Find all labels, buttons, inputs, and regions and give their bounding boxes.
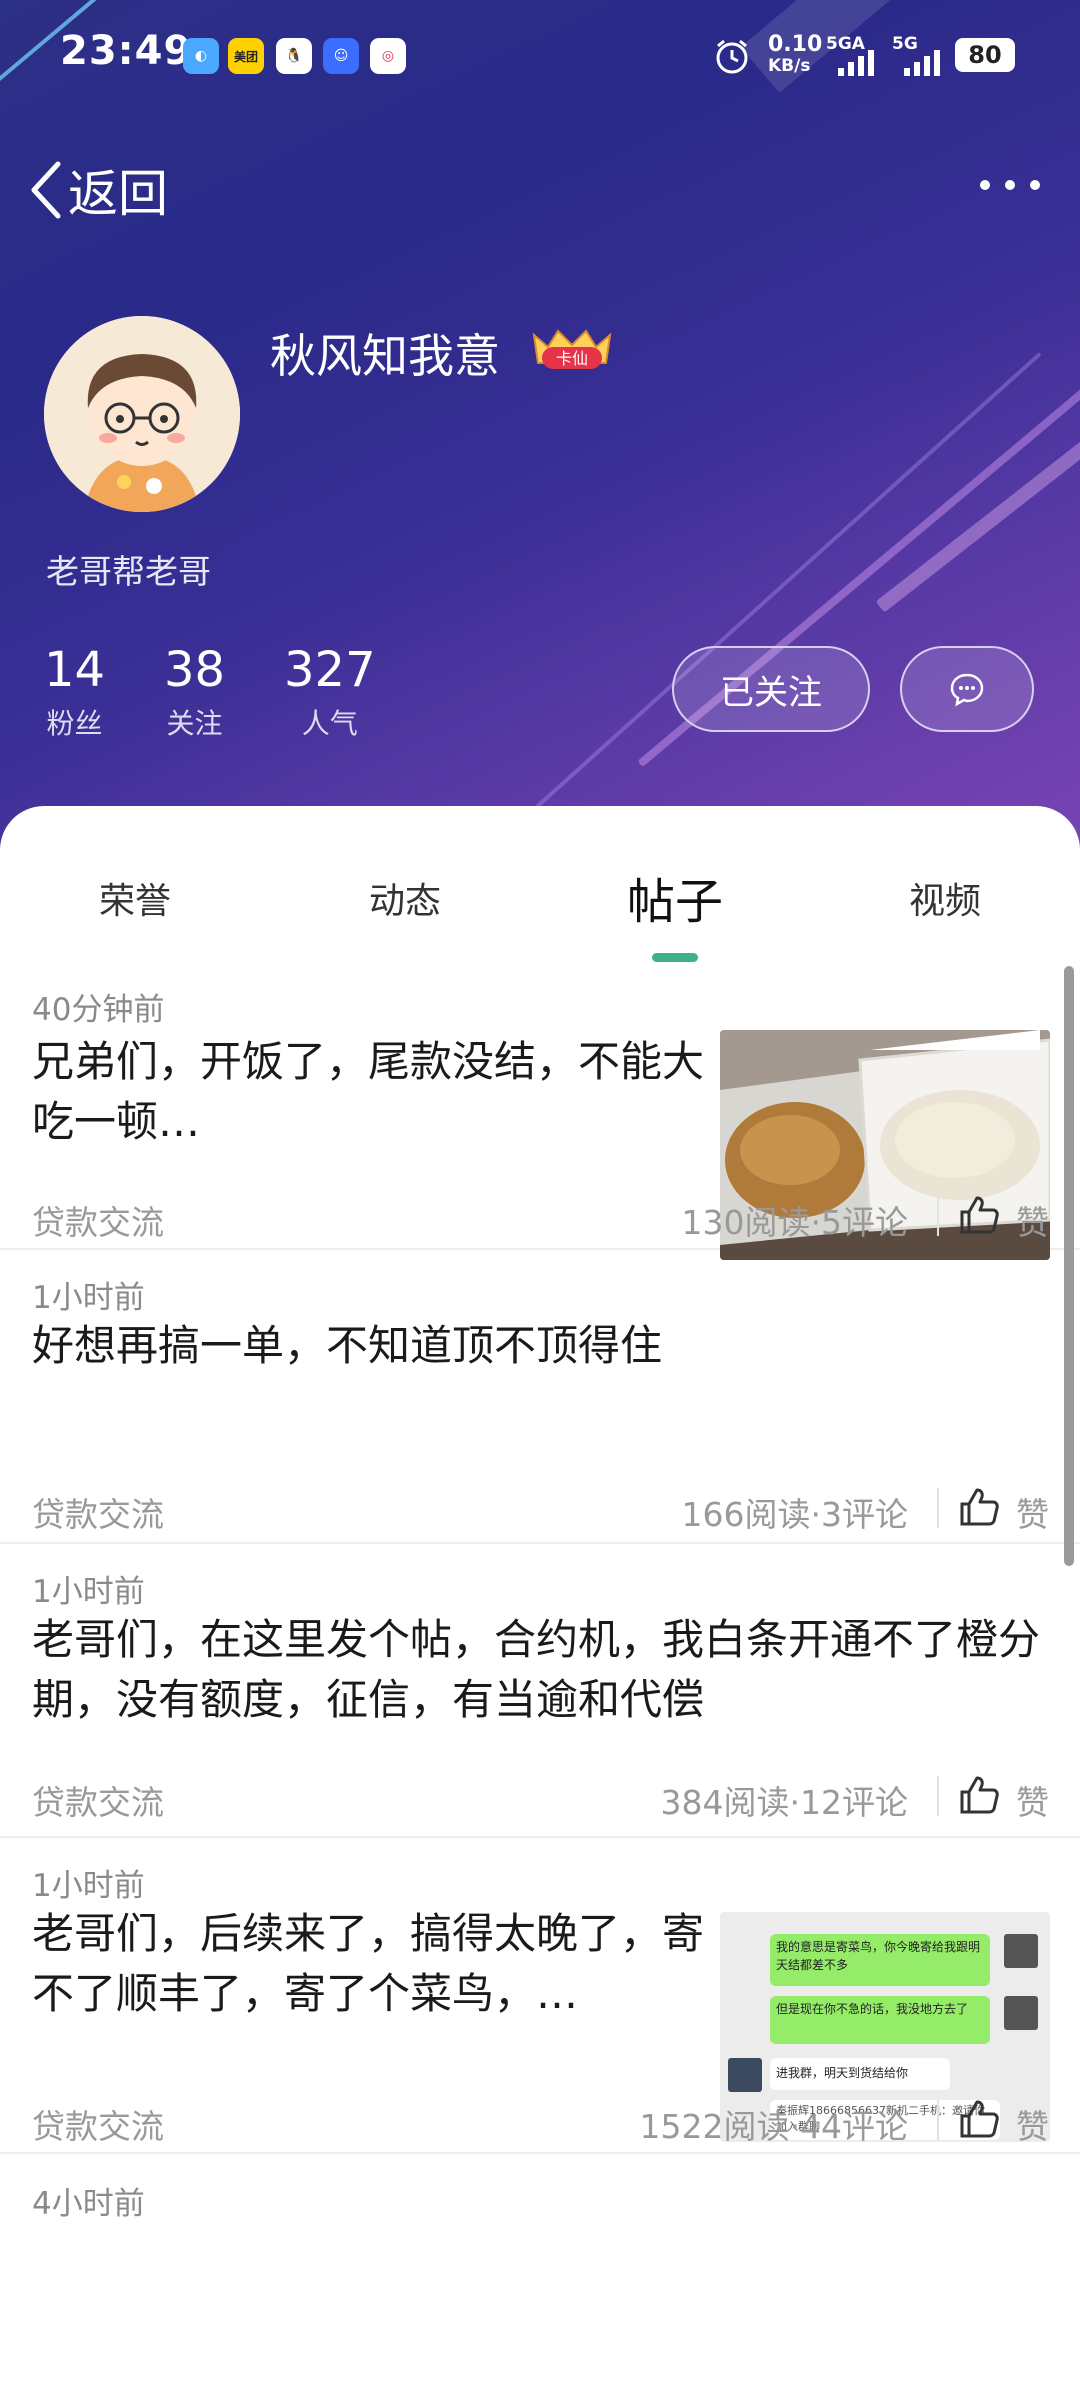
profile-header-background: 23:49 ◐ 美团 🐧 ☺ ◎ 0.10 KB/s 5GA 5G 80 返回: [0, 0, 1080, 860]
post-category[interactable]: 贷款交流: [32, 2100, 164, 2148]
more-dot-icon: [1005, 180, 1015, 190]
scrollbar[interactable]: [1064, 966, 1074, 1566]
app-notification-icon: ◐: [183, 38, 219, 74]
post-title: 老哥们，后续来了，搞得太晚了，寄不了顺丰了，寄了个菜鸟，…: [32, 1909, 705, 2018]
more-options-button[interactable]: [980, 170, 1040, 200]
divider: [937, 2100, 939, 2140]
thumbs-up-icon[interactable]: [958, 1194, 1000, 1236]
light-streak: [518, 352, 1042, 824]
post-stats: 384阅读·12评论: [660, 1783, 908, 1822]
post-time: 40分钟前: [32, 992, 165, 1028]
post-item[interactable]: 1小时前 老哥们，在这里发个帖，合约机，我白条开通不了橙分期，没有额度，征信，有…: [0, 1544, 1080, 1838]
status-time: 23:49: [60, 28, 193, 74]
post-category[interactable]: 贷款交流: [32, 1776, 164, 1824]
stat-label: 关注: [166, 707, 223, 740]
stat-value: 327: [284, 642, 376, 698]
cartoon-avatar-image: [44, 316, 240, 512]
status-bar: 23:49 ◐ 美团 🐧 ☺ ◎ 0.10 KB/s 5GA 5G 80: [0, 0, 1080, 115]
chevron-left-icon: [31, 161, 61, 219]
meituan-icon: 美团: [228, 38, 264, 74]
divider: [937, 1776, 939, 1816]
divider: [937, 1196, 939, 1236]
post-item[interactable]: 1小时前 老哥们，后续来了，搞得太晚了，寄不了顺丰了，寄了个菜鸟，… 我的意思是…: [0, 1838, 1080, 2154]
back-label: 返回: [68, 165, 168, 223]
vip-badge-text: 卡仙: [556, 349, 588, 368]
tab-posts[interactable]: 帖子: [627, 862, 723, 932]
like-label[interactable]: 赞: [1016, 1196, 1049, 1244]
chat-bubble-icon: [950, 673, 984, 707]
post-item[interactable]: 1小时前 好想再搞一单，不知道顶不顶得住 贷款交流 166阅读·3评论 赞: [0, 1250, 1080, 1544]
stat-popularity[interactable]: 327 人气: [284, 640, 376, 742]
username: 秋风知我意: [270, 329, 500, 383]
like-label[interactable]: 赞: [1016, 1488, 1049, 1536]
battery-indicator: 80: [955, 38, 1015, 72]
post-category[interactable]: 贷款交流: [32, 1488, 164, 1536]
thumbs-up-icon[interactable]: [958, 2098, 1000, 2140]
tab-activity[interactable]: 动态: [369, 872, 441, 924]
thumbs-up-icon[interactable]: [958, 1774, 1000, 1816]
divider: [937, 1488, 939, 1528]
signal-icon: [904, 50, 940, 76]
stat-label: 粉丝: [46, 707, 103, 740]
post-stats: 1522阅读·44评论: [639, 2107, 908, 2146]
message-button[interactable]: [900, 646, 1034, 732]
chat-message: 进我群，明天到货结给你: [770, 2058, 950, 2090]
net-speed: 0.10: [768, 32, 823, 57]
post-item[interactable]: 40分钟前 兄弟们，开饭了，尾款没结，不能大吃一顿… 贷款交流 130阅读·5评…: [0, 956, 1080, 1260]
more-dot-icon: [980, 180, 990, 190]
avatar: [728, 2058, 762, 2092]
more-dot-icon: [1030, 180, 1040, 190]
profile-tabs: 荣誉 动态 帖子 视频: [0, 806, 1080, 962]
post-title: 好想再搞一单，不知道顶不顶得住: [32, 1321, 663, 1370]
avatar[interactable]: [44, 316, 240, 512]
stat-value: 38: [164, 642, 226, 698]
post-time: 4小时前: [32, 2186, 145, 2222]
like-label[interactable]: 赞: [1016, 2100, 1049, 2148]
chat-message: 我的意思是寄菜鸟，你今晚寄给我跟明天结都差不多: [770, 1934, 990, 1986]
post-item[interactable]: 4小时前: [0, 2154, 1080, 2400]
alarm-icon: [716, 39, 748, 74]
back-button[interactable]: 返回: [28, 150, 168, 230]
post-title: 老哥们，在这里发个帖，合约机，我白条开通不了橙分期，没有额度，征信，有当逾和代偿: [32, 1615, 1041, 1724]
tab-videos[interactable]: 视频: [909, 872, 981, 924]
content-panel: 荣誉 动态 帖子 视频 40分钟前 兄弟们，开饭了，尾款没结，不能大吃一顿… 贷…: [0, 806, 1080, 2400]
profile-bio: 老哥帮老哥: [46, 552, 211, 591]
post-category[interactable]: 贷款交流: [32, 1196, 164, 1244]
avatar: [1004, 1934, 1038, 1968]
post-stats: 130阅读·5评论: [681, 1203, 908, 1242]
vip-badge-icon: 卡仙: [532, 329, 612, 369]
post-time: 1小时前: [32, 1574, 145, 1610]
signal-icon: [838, 50, 874, 76]
chat-message: 但是现在你不急的话，我没地方去了: [770, 1996, 990, 2044]
like-label[interactable]: 赞: [1016, 1776, 1049, 1824]
qq-icon: 🐧: [276, 38, 312, 74]
stat-following[interactable]: 38 关注: [164, 640, 225, 742]
stat-value: 14: [44, 642, 106, 698]
stat-label: 人气: [301, 707, 358, 740]
post-time: 1小时前: [32, 1280, 145, 1316]
stat-fans[interactable]: 14 粉丝: [44, 640, 105, 742]
app-notification-icon: ◎: [370, 38, 406, 74]
chat-app-icon: ☺: [323, 38, 359, 74]
avatar: [1004, 1996, 1038, 2030]
post-title: 兄弟们，开饭了，尾款没结，不能大吃一顿…: [32, 1037, 705, 1146]
post-stats: 166阅读·3评论: [681, 1495, 908, 1534]
net-speed-unit: KB/s: [768, 56, 811, 76]
post-time: 1小时前: [32, 1868, 145, 1904]
thumbs-up-icon[interactable]: [958, 1486, 1000, 1528]
followed-button[interactable]: 已关注: [672, 646, 870, 732]
tab-honors[interactable]: 荣誉: [99, 872, 171, 924]
